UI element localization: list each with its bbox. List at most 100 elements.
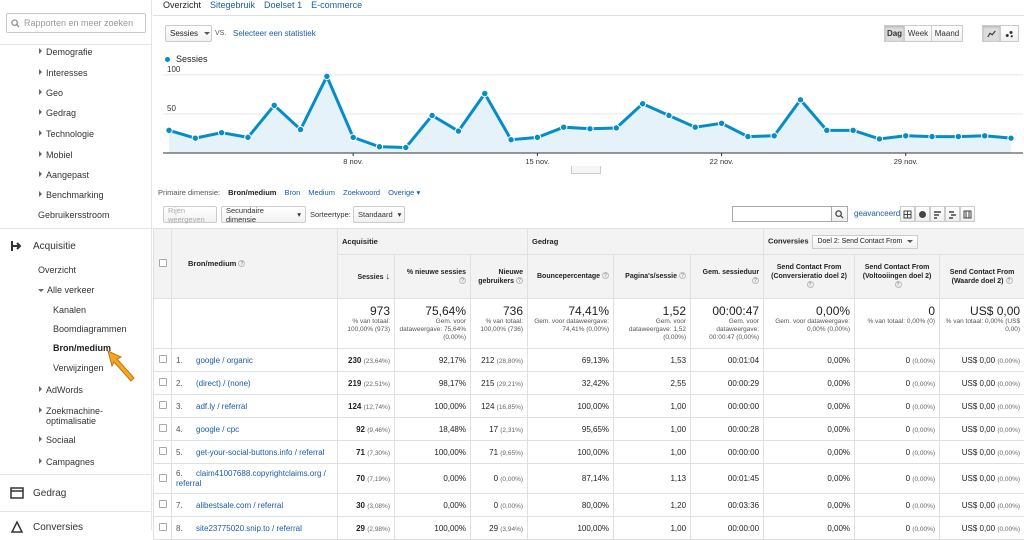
metric-select[interactable]: Sessies	[165, 25, 212, 42]
row-checkbox[interactable]	[159, 500, 167, 508]
data-point[interactable]	[587, 126, 593, 132]
source-medium-link[interactable]: google / cpc	[196, 425, 239, 434]
data-point[interactable]	[929, 133, 935, 139]
sidebar-item-aangepast[interactable]: Aangepast	[39, 170, 89, 180]
tab-overzicht[interactable]: Overzicht	[163, 0, 201, 14]
source-medium-link[interactable]: claim41007688.copyrightclaims.org / refe…	[176, 469, 326, 488]
data-point[interactable]	[403, 144, 409, 150]
view-pivot-button[interactable]	[960, 206, 975, 222]
col-header-waarde[interactable]: Send Contact From (Waarde doel 2)?	[940, 255, 1024, 299]
row-checkbox[interactable]	[159, 355, 167, 363]
view-performance-button[interactable]	[930, 206, 945, 222]
sidebar-item-kanalen[interactable]: Kanalen	[53, 305, 86, 315]
sidebar-item-gedrag[interactable]: Gedrag	[39, 108, 76, 118]
data-point[interactable]	[429, 112, 435, 118]
data-point[interactable]	[455, 128, 461, 134]
data-point[interactable]	[666, 112, 672, 118]
data-point[interactable]	[376, 144, 382, 150]
row-checkbox[interactable]	[159, 424, 167, 432]
sidebar-item-adwords[interactable]: AdWords	[39, 385, 83, 395]
row-checkbox[interactable]	[159, 447, 167, 455]
source-medium-link[interactable]: adf.ly / referral	[196, 402, 247, 411]
sidebar-item-gebruikersstroom[interactable]: Gebruikersstroom	[38, 210, 110, 220]
sidebar-item-zoekmachine-2[interactable]: optimalisatie	[46, 416, 96, 426]
col-header-nieuwe-gebruikers[interactable]: Nieuwe gebruikers?	[471, 255, 528, 299]
sorttype-select[interactable]: Standaard▾	[353, 206, 405, 223]
sidebar-section-conversies[interactable]: Conversies	[10, 520, 83, 534]
secondary-dimension-select[interactable]: Secundaire dimensie▾	[221, 206, 306, 223]
sidebar-item-mobiel[interactable]: Mobiel	[39, 150, 73, 160]
data-point[interactable]	[508, 137, 514, 143]
sidebar-item-demografie[interactable]: Demografie	[39, 47, 93, 57]
motion-chart-button[interactable]	[1000, 25, 1019, 42]
data-point[interactable]	[824, 127, 830, 133]
data-point[interactable]	[482, 90, 488, 96]
period-dag-button[interactable]: Dag	[884, 25, 905, 42]
table-search-button[interactable]	[831, 206, 848, 222]
sidebar-item-technologie[interactable]: Technologie	[39, 129, 94, 139]
data-point[interactable]	[981, 133, 987, 139]
tab-doelset[interactable]: Doelset 1	[264, 0, 302, 14]
tab-ecommerce[interactable]: E-commerce	[311, 0, 362, 14]
col-header-nieuwe-sessies[interactable]: % nieuwe sessies?	[395, 255, 471, 299]
row-checkbox[interactable]	[159, 401, 167, 409]
sidebar-item-verwijzingen[interactable]: Verwijzingen	[53, 363, 104, 373]
data-point[interactable]	[271, 102, 277, 108]
col-header-conversieratio[interactable]: Send Contact From (Conversieratio doel 2…	[764, 255, 855, 299]
data-point[interactable]	[797, 97, 803, 103]
sidebar-item-benchmarking[interactable]: Benchmarking	[39, 190, 104, 200]
sidebar-item-overzicht[interactable]: Overzicht	[38, 265, 76, 275]
select-statistic-link[interactable]: Selecteer een statistiek	[233, 29, 316, 38]
data-point[interactable]	[692, 124, 698, 130]
data-point[interactable]	[613, 125, 619, 131]
source-medium-link[interactable]: alibestsale.com / referral	[196, 501, 283, 510]
source-medium-link[interactable]: google / organic	[196, 356, 253, 365]
sidebar-item-boomdiagrammen[interactable]: Boomdiagrammen	[53, 324, 127, 334]
col-header-voltooiingen[interactable]: Send Contact From (Voltooiingen doel 2)?	[855, 255, 940, 299]
row-checkbox[interactable]	[159, 474, 167, 482]
sidebar-item-zoekmachine[interactable]: Zoekmachine-	[39, 406, 103, 416]
sidebar-item-sociaal[interactable]: Sociaal	[39, 435, 76, 445]
col-header-sessies[interactable]: Sessies ↓	[338, 255, 395, 299]
data-point[interactable]	[745, 133, 751, 139]
sidebar-section-gedrag[interactable]: Gedrag	[10, 486, 66, 500]
sidebar-item-geo[interactable]: Geo	[39, 88, 63, 98]
col-header-paginas[interactable]: Pagina's/sessie?	[614, 255, 691, 299]
data-point[interactable]	[903, 133, 909, 139]
data-point[interactable]	[192, 135, 198, 141]
show-rows-button[interactable]: Rijen weergeven	[163, 206, 217, 223]
dimension-bron[interactable]: Bron	[284, 188, 300, 197]
data-point[interactable]	[166, 127, 172, 133]
data-point[interactable]	[297, 126, 303, 132]
source-medium-link[interactable]: get-your-social-buttons.info / referral	[196, 448, 325, 457]
period-maand-button[interactable]: Maand	[931, 25, 963, 42]
dimension-zoekwoord[interactable]: Zoekwoord	[343, 188, 380, 197]
row-checkbox[interactable]	[159, 378, 167, 386]
sidebar-item-campagnes[interactable]: Campagnes	[39, 457, 95, 467]
data-point[interactable]	[218, 129, 224, 135]
advanced-filter-link[interactable]: geavanceerd	[854, 209, 900, 218]
line-chart-button[interactable]	[982, 25, 1001, 42]
data-point[interactable]	[1008, 135, 1014, 141]
sidebar-item-interesses[interactable]: Interesses	[39, 68, 88, 78]
sidebar-item-alle-verkeer[interactable]: Alle verkeer	[38, 285, 95, 295]
col-header-bounce[interactable]: Bouncepercentage?	[528, 255, 614, 299]
chart-collapse-handle[interactable]	[571, 166, 601, 174]
sidebar-section-acquisitie[interactable]: Acquisitie	[10, 239, 76, 253]
data-point[interactable]	[560, 124, 566, 130]
table-search-input[interactable]	[732, 206, 832, 222]
view-pie-button[interactable]	[915, 206, 930, 222]
dimension-header[interactable]: Bron/medium?	[172, 229, 338, 299]
report-search[interactable]	[6, 13, 146, 33]
data-point[interactable]	[876, 136, 882, 142]
data-point[interactable]	[718, 120, 724, 126]
data-point[interactable]	[324, 73, 330, 79]
data-point[interactable]	[955, 133, 961, 139]
data-point[interactable]	[245, 134, 251, 140]
col-header-sessieduur[interactable]: Gem. sessieduur?	[691, 255, 764, 299]
data-point[interactable]	[850, 127, 856, 133]
source-medium-link[interactable]: (direct) / (none)	[196, 379, 251, 388]
view-comparison-button[interactable]	[945, 206, 960, 222]
period-week-button[interactable]: Week	[904, 25, 932, 42]
select-all-checkbox[interactable]	[159, 259, 167, 267]
